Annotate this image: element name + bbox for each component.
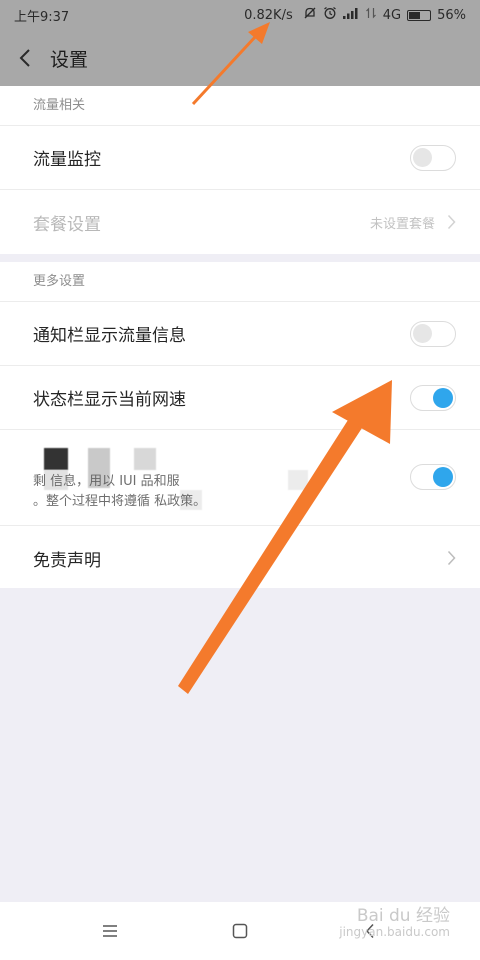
- watermark-url: jingyan.baidu.com: [339, 925, 450, 939]
- menu-icon: [103, 925, 117, 937]
- notify-traffic-toggle[interactable]: [410, 320, 456, 347]
- mute-icon: [303, 6, 317, 24]
- toggle-knob: [413, 147, 432, 167]
- network-type: 4G: [382, 7, 402, 23]
- privacy-line-2: 。整个过程中将遵循 私政策。: [33, 494, 207, 509]
- watermark-brand: Bai du 经验: [356, 906, 450, 926]
- traffic-monitor-label: 流量监控: [33, 150, 101, 170]
- privacy-row[interactable]: 剩 信息，用以 IUI 品和服 。整个过程中将遵循 私政策。: [0, 430, 480, 526]
- notify-traffic-label: 通知栏显示流量信息: [33, 326, 186, 346]
- obscured-block: [134, 448, 156, 470]
- traffic-monitor-toggle[interactable]: [410, 144, 456, 171]
- disclaimer-label: 免责声明: [33, 550, 101, 571]
- header: 设置: [0, 36, 480, 80]
- battery-percent: 56%: [437, 7, 466, 23]
- privacy-toggle[interactable]: [410, 464, 456, 490]
- signal-icon: [342, 7, 359, 23]
- more-settings-section: 更多设置 通知栏显示流量信息 状态栏显示当前网速 剩 信息，用以 IUI 品和服…: [0, 262, 480, 588]
- page-title: 设置: [50, 48, 89, 71]
- baidu-watermark: Bai du 经验 jingyan.baidu.com: [339, 908, 450, 940]
- toggle-knob: [433, 387, 453, 408]
- traffic-section: 流量相关 流量监控 套餐设置 未设置套餐: [0, 86, 480, 254]
- plan-settings-label: 套餐设置: [33, 214, 101, 235]
- chevron-left-icon: [19, 49, 30, 67]
- traffic-section-title: 流量相关: [0, 86, 480, 126]
- notify-traffic-row[interactable]: 通知栏显示流量信息: [0, 302, 480, 366]
- statusbar-speed-toggle[interactable]: [410, 384, 456, 411]
- status-bar: 上午9:37 0.82K/s 4G 56%: [0, 0, 480, 30]
- toggle-knob: [433, 467, 453, 487]
- home-icon: [232, 923, 248, 939]
- home-button[interactable]: [210, 911, 270, 951]
- top-bar: 上午9:37 0.82K/s 4G 56% 设置: [0, 0, 480, 86]
- status-icons: 0.82K/s 4G 56%: [244, 6, 466, 24]
- traffic-monitor-row[interactable]: 流量监控: [0, 126, 480, 190]
- status-time: 上午9:37: [14, 9, 70, 25]
- alarm-icon: [323, 6, 337, 24]
- privacy-description: 剩 信息，用以 IUI 品和服 。整个过程中将遵循 私政策。: [33, 472, 393, 512]
- battery-icon: [407, 9, 432, 21]
- disclaimer-row[interactable]: 免责声明: [0, 526, 480, 590]
- net-speed: 0.82K/s: [244, 7, 293, 23]
- more-settings-title: 更多设置: [0, 262, 480, 302]
- privacy-line-1: 剩 信息，用以 IUI 品和服: [33, 474, 180, 489]
- plan-settings-value: 未设置套餐: [369, 216, 435, 232]
- statusbar-speed-label: 状态栏显示当前网速: [33, 390, 186, 410]
- toggle-knob: [413, 323, 432, 343]
- chevron-right-icon: [447, 214, 456, 230]
- back-button[interactable]: [0, 36, 50, 80]
- plan-settings-row[interactable]: 套餐设置 未设置套餐: [0, 190, 480, 254]
- data-transfer-icon: [365, 7, 377, 23]
- obscured-block: [44, 448, 68, 470]
- menu-button[interactable]: [80, 911, 140, 951]
- chevron-right-icon: [447, 550, 456, 566]
- statusbar-speed-row[interactable]: 状态栏显示当前网速: [0, 366, 480, 430]
